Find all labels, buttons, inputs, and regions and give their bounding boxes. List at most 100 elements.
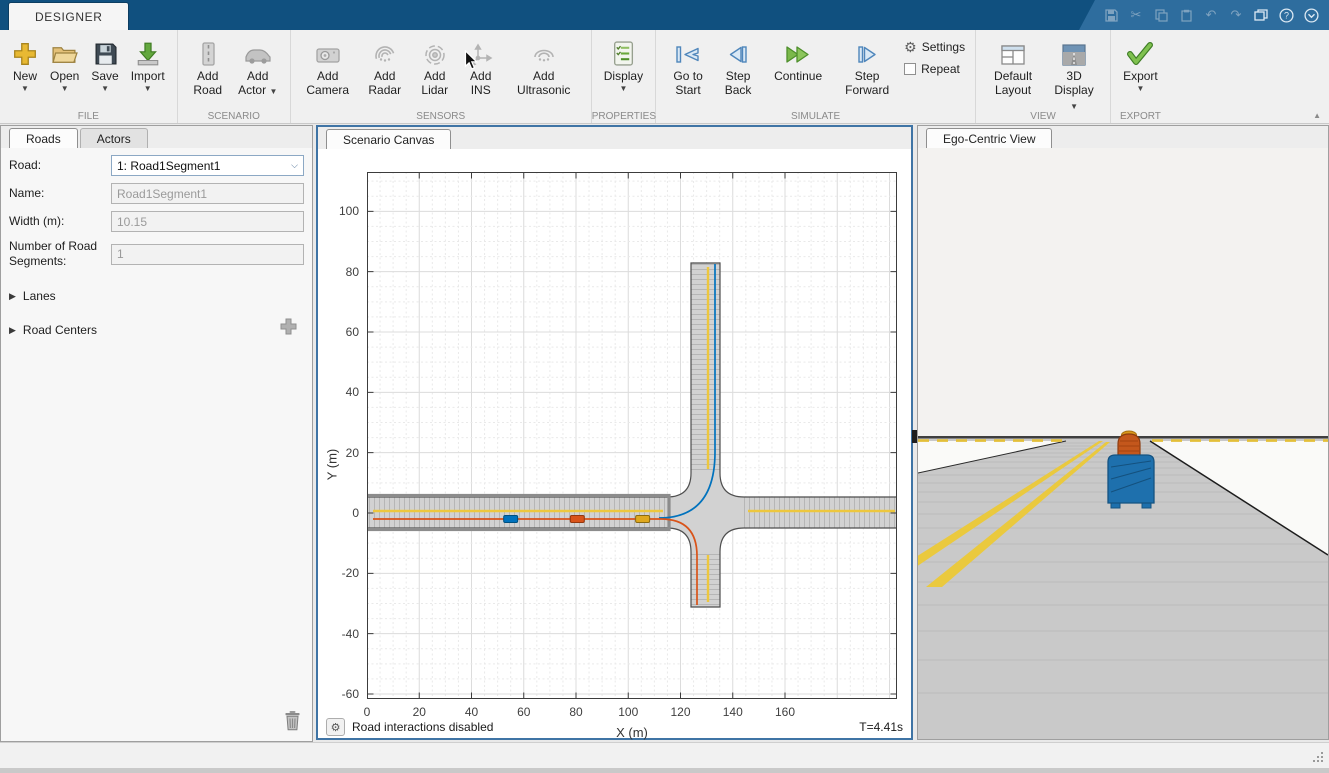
add-lidar-button[interactable]: Add Lidar: [411, 32, 459, 101]
continue-button[interactable]: Continue: [762, 32, 834, 86]
copy-icon[interactable]: [1153, 7, 1169, 23]
group-label-properties: PROPERTIES: [592, 111, 655, 122]
paste-icon[interactable]: [1178, 7, 1194, 23]
ego-vehicle[interactable]: [504, 516, 518, 523]
checkbox-icon: [904, 63, 916, 75]
ribbon-group-export: Export▼ EXPORT: [1111, 30, 1170, 123]
ribbon: New▼ Open▼ Save▼: [0, 30, 1329, 124]
tab-actors[interactable]: Actors: [80, 128, 148, 149]
road-icon: [196, 35, 220, 67]
y-tick-label: 80: [318, 265, 359, 279]
lead-vehicle-orange: [1118, 431, 1140, 456]
ribbon-group-view: Default Layout 3D Display ▼ VIEW: [976, 30, 1111, 123]
vehicle-2[interactable]: [570, 516, 584, 523]
export-button[interactable]: Export▼: [1117, 32, 1164, 96]
help-icon[interactable]: ?: [1278, 7, 1294, 23]
go-to-start-button[interactable]: Go to Start: [662, 32, 714, 101]
import-arrow-icon: [135, 35, 161, 67]
ribbon-group-file: New▼ Open▼ Save▼: [0, 30, 178, 123]
panel-splitter-handle[interactable]: [912, 430, 917, 443]
tab-designer[interactable]: DESIGNER: [8, 2, 129, 31]
roads-form: Road: 1: Road1Segment1 ⌵ Name: Road1Segm…: [1, 148, 312, 741]
simulation-time: T=4.41s: [859, 720, 903, 734]
open-button[interactable]: Open▼: [44, 32, 85, 96]
redo-icon[interactable]: ↷: [1228, 7, 1244, 23]
dropdown-caret-icon: ▼: [50, 85, 79, 93]
ribbon-group-sensors: Add Camera Add Radar Add Lidar: [291, 30, 592, 123]
add-ultrasonic-button[interactable]: Add Ultrasonic: [503, 32, 585, 101]
lidar-icon: [422, 35, 448, 67]
y-axis-label: Y (m): [325, 425, 340, 505]
window-layout-icon[interactable]: [1253, 7, 1269, 23]
dropdown-caret-icon: ▼: [91, 85, 118, 93]
name-field[interactable]: Road1Segment1: [111, 183, 304, 204]
group-label-scenario: SCENARIO: [178, 111, 290, 122]
add-radar-button[interactable]: Add Radar: [359, 32, 411, 101]
resize-grip[interactable]: [1309, 750, 1325, 766]
new-button[interactable]: New▼: [6, 32, 44, 96]
settings-button[interactable]: ⚙ Settings: [904, 40, 965, 54]
add-actor-button[interactable]: Add Actor ▼: [232, 32, 284, 101]
ego-centric-view-panel: Ego-Centric View: [917, 125, 1329, 740]
name-label: Name:: [9, 186, 111, 201]
scenario-plot[interactable]: [367, 172, 897, 704]
more-actions-icon[interactable]: [1303, 7, 1319, 23]
tab-scenario-canvas[interactable]: Scenario Canvas: [326, 129, 451, 150]
import-button[interactable]: Import▼: [125, 32, 171, 96]
y-tick-label: 0: [318, 506, 359, 520]
delete-road-icon[interactable]: [283, 710, 302, 736]
width-field[interactable]: 10.15: [111, 211, 304, 232]
tab-roads[interactable]: Roads: [9, 128, 78, 149]
ego-centric-3d-view[interactable]: [918, 148, 1328, 739]
road-select[interactable]: 1: Road1Segment1 ⌵: [111, 155, 304, 176]
save-icon[interactable]: [1103, 7, 1119, 23]
save-button[interactable]: Save▼: [85, 32, 124, 96]
go-to-start-icon: [673, 35, 703, 67]
dropdown-caret-icon: ▼: [1123, 85, 1158, 93]
default-layout-button[interactable]: Default Layout: [982, 32, 1044, 101]
scenario-canvas-panel: Scenario Canvas Y (m): [316, 125, 913, 740]
step-forward-icon: [854, 35, 880, 67]
ribbon-group-properties: Display▼ PROPERTIES: [592, 30, 656, 123]
tab-ego-centric-view[interactable]: Ego-Centric View: [926, 128, 1052, 149]
vehicle-3[interactable]: [636, 516, 650, 523]
lanes-expander[interactable]: ▶ Lanes: [9, 289, 304, 303]
group-label-view: VIEW: [976, 111, 1110, 122]
quick-access-toolbar: ✂ ↶ ↷ ?: [1079, 0, 1329, 30]
group-label-sensors: SENSORS: [291, 111, 591, 122]
y-tick-label: 100: [318, 204, 359, 218]
canvas-tabs: Scenario Canvas: [318, 127, 911, 150]
collapse-ribbon-icon[interactable]: ▲: [1313, 111, 1321, 120]
road-centers-expander[interactable]: ▶ Road Centers: [9, 323, 304, 337]
y-tick-label: 40: [318, 385, 359, 399]
cut-icon[interactable]: ✂: [1128, 7, 1144, 23]
y-tick-label: 20: [318, 446, 359, 460]
step-forward-button[interactable]: Step Forward: [834, 32, 900, 101]
titlebar: DESIGNER ✂ ↶ ↷ ?: [0, 0, 1329, 30]
window-bottom-edge: [0, 768, 1329, 773]
road-label: Road:: [9, 158, 111, 173]
repeat-checkbox[interactable]: Repeat: [904, 62, 965, 76]
continue-play-icon: [782, 35, 814, 67]
expander-arrow-icon: ▶: [9, 291, 16, 302]
ultrasonic-icon: [530, 35, 558, 67]
add-road-button[interactable]: Add Road: [184, 32, 232, 101]
camera-icon: [314, 35, 342, 67]
display-button[interactable]: Display▼: [598, 32, 649, 96]
ribbon-group-scenario: Add Road Add Actor ▼ SCENARIO: [178, 30, 291, 123]
undo-icon[interactable]: ↶: [1203, 7, 1219, 23]
layout-grid-icon: [999, 35, 1027, 67]
segments-field[interactable]: 1: [111, 244, 304, 265]
window-status-strip: [0, 742, 1329, 773]
step-back-icon: [725, 35, 751, 67]
road-interactions-status: Road interactions disabled: [352, 720, 493, 734]
group-label-export: EXPORT: [1111, 111, 1170, 122]
add-camera-button[interactable]: Add Camera: [297, 32, 359, 101]
step-back-button[interactable]: Step Back: [714, 32, 762, 101]
road-interactions-gear-icon[interactable]: ⚙: [326, 718, 345, 736]
ego-vehicle-rear: [1108, 455, 1154, 508]
gear-icon: ⚙: [904, 40, 917, 54]
ego-tabs: Ego-Centric View: [918, 126, 1328, 149]
add-road-center-icon[interactable]: [279, 317, 298, 339]
3d-display-button[interactable]: 3D Display ▼: [1044, 32, 1104, 115]
